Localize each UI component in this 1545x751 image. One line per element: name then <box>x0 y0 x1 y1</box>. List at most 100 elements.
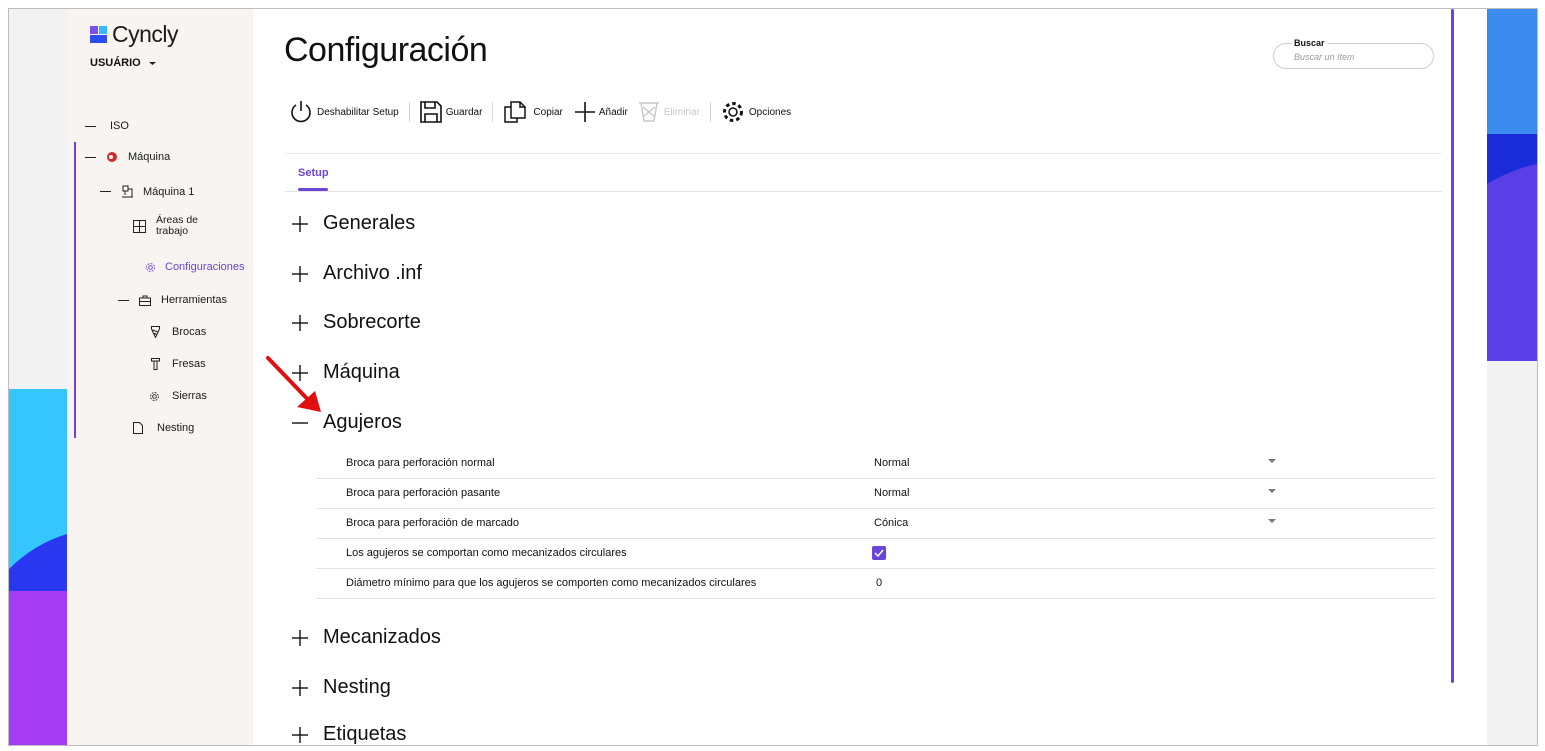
options-button[interactable]: Opciones <box>721 100 791 124</box>
sidebar-item-label: Máquina <box>128 151 171 163</box>
section-label: Generales <box>323 212 416 234</box>
setting-label: Diámetro mínimo para que los agujeros se… <box>346 577 757 589</box>
user-menu[interactable]: USUÁRIO <box>90 57 156 69</box>
setting-label: Broca para perforación pasante <box>346 487 501 499</box>
setting-row: Los agujeros se comportan como mecanizad… <box>316 539 1435 569</box>
right-decoration-graphic <box>1487 9 1537 361</box>
page-title: Configuración <box>284 31 488 69</box>
saw-blade-icon <box>150 391 159 401</box>
setting-select[interactable]: Normal <box>874 487 909 499</box>
tabs-divider <box>285 191 1442 192</box>
section-sobrecorte[interactable]: Sobrecorte <box>289 311 421 334</box>
sidebar-item-label: Fresas <box>172 358 206 370</box>
nav-tree-indicator <box>74 142 76 438</box>
sidebar-item-nesting[interactable]: Nesting <box>133 422 194 434</box>
sidebar-item-brocas[interactable]: Brocas <box>151 326 206 338</box>
setting-label: Los agujeros se comportan como mecanizad… <box>346 547 627 559</box>
expand-icon <box>289 627 311 649</box>
expand-icon <box>289 677 311 699</box>
brand-name: Cyncly <box>112 21 179 47</box>
caret-down-icon[interactable] <box>1268 519 1276 524</box>
sidebar-item-areas-trabajo[interactable]: Áreas de trabajo <box>133 215 214 237</box>
sidebar-item-label: Brocas <box>172 326 207 338</box>
delete-label: Eliminar <box>663 106 700 118</box>
setting-select[interactable]: Cónica <box>874 517 908 529</box>
sidebar-item-iso[interactable]: ISO <box>85 120 129 132</box>
grid-icon <box>133 220 146 233</box>
tab-setup[interactable]: Setup <box>298 167 329 179</box>
search-input[interactable]: Buscar Buscar un ítem <box>1273 38 1434 69</box>
setting-checkbox[interactable] <box>872 546 886 560</box>
search-label: Buscar <box>1292 38 1327 48</box>
toolbar-divider <box>492 102 494 122</box>
section-label: Nesting <box>323 676 391 698</box>
setting-number-input[interactable]: 0 <box>876 577 882 589</box>
sidebar-item-label: Máquina 1 <box>143 185 195 198</box>
add-button[interactable]: Añadir <box>574 102 628 122</box>
main-scrollbar[interactable] <box>1451 9 1454 683</box>
setting-row: Broca para perforación de marcado Cónica <box>316 509 1435 539</box>
section-label: Sobrecorte <box>323 311 421 333</box>
sidebar-item-configuraciones[interactable]: Configuraciones <box>145 261 245 273</box>
gear-icon <box>722 102 743 122</box>
toolbar-divider <box>709 102 711 122</box>
section-label: Agujeros <box>323 411 402 433</box>
caret-down-icon[interactable] <box>1268 489 1276 494</box>
sidebar-item-maquina[interactable]: Máquina <box>85 151 170 163</box>
section-mecanizados[interactable]: Mecanizados <box>289 626 441 649</box>
save-button[interactable]: Guardar <box>419 101 483 123</box>
gear-icon <box>146 262 155 272</box>
copy-label: Copiar <box>533 106 563 118</box>
expand-icon <box>289 263 311 285</box>
search-placeholder: Buscar un ítem <box>1294 52 1355 62</box>
add-label: Añadir <box>598 106 628 118</box>
section-nesting[interactable]: Nesting <box>289 676 391 699</box>
sidebar-item-maquina-1[interactable]: Máquina 1 <box>100 185 194 198</box>
setting-row: Diámetro mínimo para que los agujeros se… <box>316 569 1435 599</box>
toolbox-icon <box>139 295 151 306</box>
copy-button[interactable]: Copiar <box>503 101 563 123</box>
caret-down-icon[interactable] <box>1268 459 1276 464</box>
section-label: Etiquetas <box>323 723 407 745</box>
sidebar-item-label: Áreas de trabajo <box>156 214 199 237</box>
setting-row: Broca para perforación normal Normal <box>316 449 1435 479</box>
sidebar-item-label: Configuraciones <box>165 261 245 273</box>
sidebar-item-label: ISO <box>110 120 129 132</box>
delete-button[interactable]: Eliminar <box>638 101 700 123</box>
setting-select[interactable]: Normal <box>874 457 909 469</box>
expand-icon <box>289 724 311 746</box>
drill-bit-icon <box>151 326 160 338</box>
chevron-down-icon <box>148 61 156 65</box>
annotation-arrow-icon <box>266 356 321 412</box>
disable-setup-button[interactable]: Deshabilitar Setup <box>289 100 399 124</box>
copy-icon <box>504 101 527 123</box>
checkmark-icon <box>874 549 884 558</box>
right-decorative-panel <box>1487 9 1537 745</box>
toolbar-divider <box>408 102 410 122</box>
setting-row: Broca para perforación pasante Normal <box>316 479 1435 509</box>
options-label: Opciones <box>748 106 792 118</box>
sidebar-item-herramientas[interactable]: Herramientas <box>118 294 227 306</box>
section-archivo-inf[interactable]: Archivo .inf <box>289 262 422 285</box>
app-window: Cyncly USUÁRIO ISO Máquina Máquina 1 Áre… <box>8 8 1538 746</box>
user-label: USUÁRIO <box>90 57 141 69</box>
cyncly-logo-icon <box>90 25 107 43</box>
setting-label: Broca para perforación normal <box>346 457 495 469</box>
section-label: Máquina <box>323 361 400 383</box>
save-icon <box>419 101 442 123</box>
left-decorative-panel <box>9 9 67 745</box>
save-label: Guardar <box>445 106 483 118</box>
expand-icon <box>289 312 311 334</box>
disable-setup-label: Deshabilitar Setup <box>317 106 399 118</box>
sidebar-item-sierras[interactable]: Sierras <box>149 390 207 402</box>
section-generales[interactable]: Generales <box>289 212 415 235</box>
document-icon <box>133 422 143 434</box>
power-icon <box>291 101 311 123</box>
milling-cutter-icon <box>151 358 160 370</box>
collapse-icon <box>85 125 96 127</box>
section-etiquetas[interactable]: Etiquetas <box>289 723 407 746</box>
trash-icon <box>638 102 659 122</box>
collapse-icon <box>100 191 111 192</box>
brand-logo[interactable]: Cyncly <box>90 21 179 48</box>
sidebar-item-fresas[interactable]: Fresas <box>151 358 206 370</box>
